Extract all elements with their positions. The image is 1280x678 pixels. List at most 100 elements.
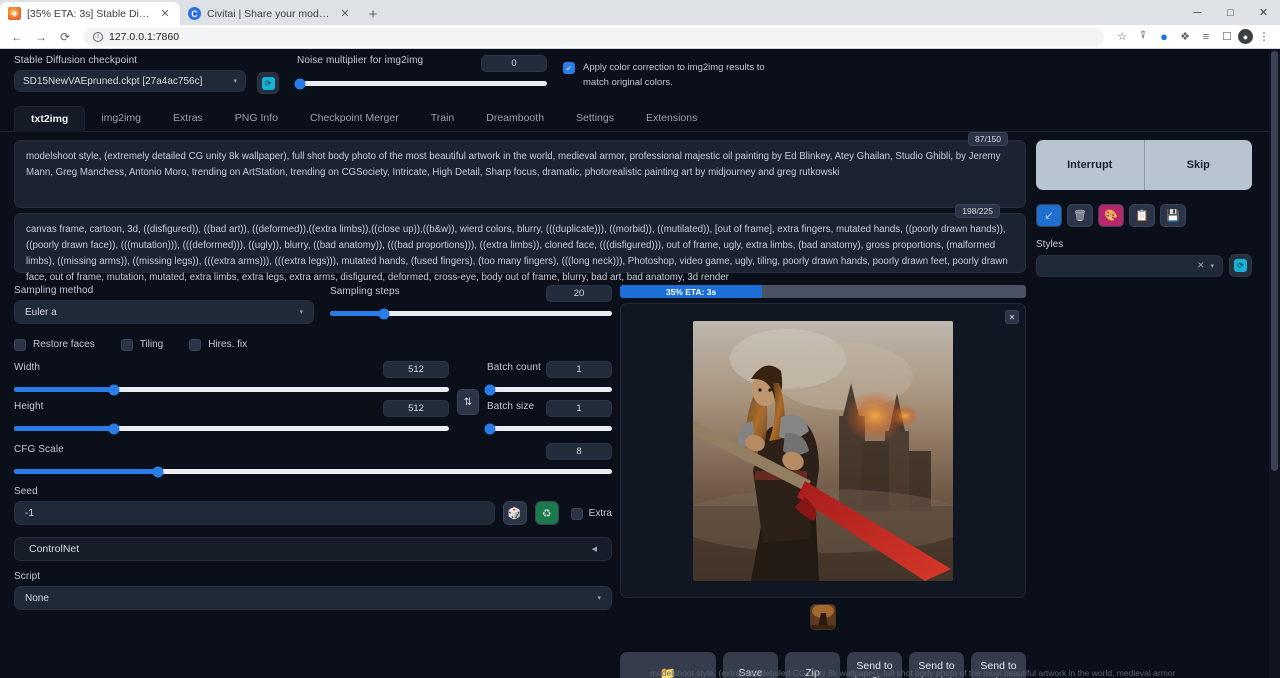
batch-size-block: Batch size 1 bbox=[487, 400, 612, 431]
palette-icon[interactable]: 🎨 bbox=[1098, 204, 1124, 227]
maximize-icon[interactable]: □ bbox=[1214, 0, 1247, 25]
window-close-icon[interactable]: ✕ bbox=[1247, 0, 1280, 25]
profile-avatar[interactable]: ● bbox=[1238, 29, 1253, 44]
recycle-seed-icon[interactable]: ♻ bbox=[535, 501, 559, 525]
negative-prompt-input[interactable]: canvas frame, cartoon, 3d, ((disfigured)… bbox=[14, 213, 1026, 273]
tab-extensions[interactable]: Extensions bbox=[630, 106, 713, 132]
seed-label: Seed bbox=[14, 486, 612, 497]
hires-fix-checkbox[interactable]: ✓ Hires. fix bbox=[189, 338, 247, 351]
save-style-icon[interactable]: 💾 bbox=[1160, 204, 1186, 227]
sampling-steps-slider[interactable] bbox=[330, 311, 612, 316]
dice-icon[interactable]: 🎲 bbox=[503, 501, 527, 525]
close-icon[interactable]: ✕ bbox=[1005, 310, 1019, 324]
share-icon[interactable]: ⍒ bbox=[1133, 27, 1153, 47]
thumbnail-strip bbox=[620, 604, 1026, 630]
width-value[interactable]: 512 bbox=[383, 361, 449, 378]
color-correction-block[interactable]: ✓ Apply color correction to img2img resu… bbox=[563, 61, 788, 90]
page-scrollbar[interactable] bbox=[1269, 49, 1280, 678]
tab-txt2img[interactable]: txt2img bbox=[14, 106, 85, 132]
checkbox-icon[interactable]: ✓ bbox=[121, 339, 133, 351]
clipboard-icon[interactable]: 📋 bbox=[1129, 204, 1155, 227]
batch-size-value[interactable]: 1 bbox=[546, 400, 612, 417]
noise-multiplier-slider[interactable] bbox=[297, 81, 547, 86]
browser-tab-stable-diffusion[interactable]: ◈ [35% ETA: 3s] Stable Diffusion ✕ bbox=[0, 2, 180, 25]
gallery-thumbnail[interactable] bbox=[810, 604, 836, 630]
address-bar[interactable]: i 127.0.0.1:7860 bbox=[84, 28, 1104, 46]
generate-button-row: Interrupt Skip bbox=[1036, 140, 1252, 190]
batch-count-slider[interactable] bbox=[487, 387, 612, 392]
batch-block: Batch count 1 Batch size bbox=[487, 361, 612, 439]
height-value[interactable]: 512 bbox=[383, 400, 449, 417]
height-slider[interactable] bbox=[14, 426, 449, 431]
swap-dimensions-button[interactable]: ⇅ bbox=[457, 389, 479, 415]
slider-knob[interactable] bbox=[484, 423, 495, 434]
extensions-puzzle-icon[interactable]: ❖ bbox=[1175, 27, 1195, 47]
checkbox-icon[interactable]: ✓ bbox=[189, 339, 201, 351]
site-info-icon[interactable]: i bbox=[93, 32, 103, 42]
checkbox-icon[interactable]: ✓ bbox=[14, 339, 26, 351]
tab-img2img[interactable]: img2img bbox=[85, 106, 157, 132]
cfg-scale-slider[interactable] bbox=[14, 469, 612, 474]
tab-settings[interactable]: Settings bbox=[560, 106, 630, 132]
color-correction-checkbox[interactable]: ✓ bbox=[563, 62, 575, 74]
width-height-cfg-block: Width 512 Height bbox=[14, 361, 449, 439]
refresh-checkpoints-button[interactable]: ⟳ bbox=[257, 72, 279, 94]
scrollbar-thumb[interactable] bbox=[1271, 51, 1278, 471]
noise-multiplier-value[interactable]: 0 bbox=[481, 55, 547, 72]
slider-fill bbox=[14, 387, 114, 392]
width-slider[interactable] bbox=[14, 387, 449, 392]
skip-button[interactable]: Skip bbox=[1145, 140, 1253, 190]
extra-seed-checkbox[interactable]: ✓ Extra bbox=[571, 507, 612, 520]
tab-png-info[interactable]: PNG Info bbox=[219, 106, 294, 132]
tab-train[interactable]: Train bbox=[415, 106, 471, 132]
browser-tab-title: [35% ETA: 3s] Stable Diffusion bbox=[27, 8, 152, 20]
bookmark-star-icon[interactable]: ☆ bbox=[1112, 27, 1132, 47]
sync-status-icon[interactable]: ● bbox=[1154, 27, 1174, 47]
minimize-icon[interactable]: ─ bbox=[1181, 0, 1214, 25]
slider-knob[interactable] bbox=[152, 466, 163, 477]
close-icon[interactable]: ✕ bbox=[158, 7, 172, 21]
slider-knob[interactable] bbox=[109, 423, 120, 434]
chrome-menu-icon[interactable]: ⋮ bbox=[1254, 27, 1274, 47]
chevron-left-icon: ◀ bbox=[592, 545, 597, 553]
batch-count-value[interactable]: 1 bbox=[546, 361, 612, 378]
checkbox-icon[interactable]: ✓ bbox=[571, 508, 583, 520]
new-tab-button[interactable]: + bbox=[360, 3, 386, 25]
paste-arrow-icon[interactable]: ↙ bbox=[1036, 204, 1062, 227]
url-text: 127.0.0.1:7860 bbox=[109, 31, 179, 43]
restore-faces-checkbox[interactable]: ✓ Restore faces bbox=[14, 338, 95, 351]
tab-extras[interactable]: Extras bbox=[157, 106, 219, 132]
reading-list-icon[interactable]: ≡ bbox=[1196, 27, 1216, 47]
sidepanel-icon[interactable]: ☐ bbox=[1217, 27, 1237, 47]
checkpoint-dropdown[interactable]: SD15NewVAEpruned.ckpt [27a4ac756c] ▾ bbox=[14, 70, 246, 92]
slider-knob[interactable] bbox=[484, 384, 495, 395]
back-icon[interactable]: ← bbox=[6, 26, 28, 48]
interrupt-button[interactable]: Interrupt bbox=[1036, 140, 1145, 190]
toolbar-icon-group: ☆ ⍒ ● ❖ ≡ ☐ ● ⋮ bbox=[1112, 27, 1274, 47]
close-icon[interactable]: ✕ bbox=[338, 7, 352, 21]
batch-size-slider[interactable] bbox=[487, 426, 612, 431]
tab-checkpoint-merger[interactable]: Checkpoint Merger bbox=[294, 106, 415, 132]
generated-image[interactable] bbox=[693, 321, 953, 581]
seed-input[interactable]: -1 bbox=[14, 501, 495, 525]
clear-icon[interactable]: ✕ bbox=[1197, 260, 1205, 271]
browser-tab-civitai[interactable]: C Civitai | Share your models ✕ bbox=[180, 2, 360, 25]
sampling-method-dropdown[interactable]: Euler a ▾ bbox=[14, 300, 314, 324]
slider-knob[interactable] bbox=[378, 308, 389, 319]
controlnet-accordion[interactable]: ControlNet ◀ bbox=[14, 537, 612, 561]
sampling-steps-value[interactable]: 20 bbox=[546, 285, 612, 302]
tiling-checkbox[interactable]: ✓ Tiling bbox=[121, 338, 164, 351]
width-label: Width bbox=[14, 362, 40, 373]
slider-knob[interactable] bbox=[109, 384, 120, 395]
positive-token-counter: 87/150 bbox=[968, 132, 1008, 146]
styles-dropdown[interactable]: ✕ ▾ bbox=[1036, 255, 1223, 277]
trash-icon[interactable]: 🗑 bbox=[1067, 204, 1093, 227]
slider-knob[interactable] bbox=[294, 78, 305, 89]
reload-icon[interactable]: ⟳ bbox=[54, 26, 76, 48]
forward-icon[interactable]: → bbox=[30, 26, 52, 48]
refresh-styles-button[interactable]: ⟳ bbox=[1229, 254, 1252, 277]
script-dropdown[interactable]: None ▾ bbox=[14, 586, 612, 610]
tab-dreambooth[interactable]: Dreambooth bbox=[470, 106, 560, 132]
positive-prompt-input[interactable]: modelshoot style, (extremely detailed CG… bbox=[14, 140, 1026, 208]
cfg-scale-value[interactable]: 8 bbox=[546, 443, 612, 460]
